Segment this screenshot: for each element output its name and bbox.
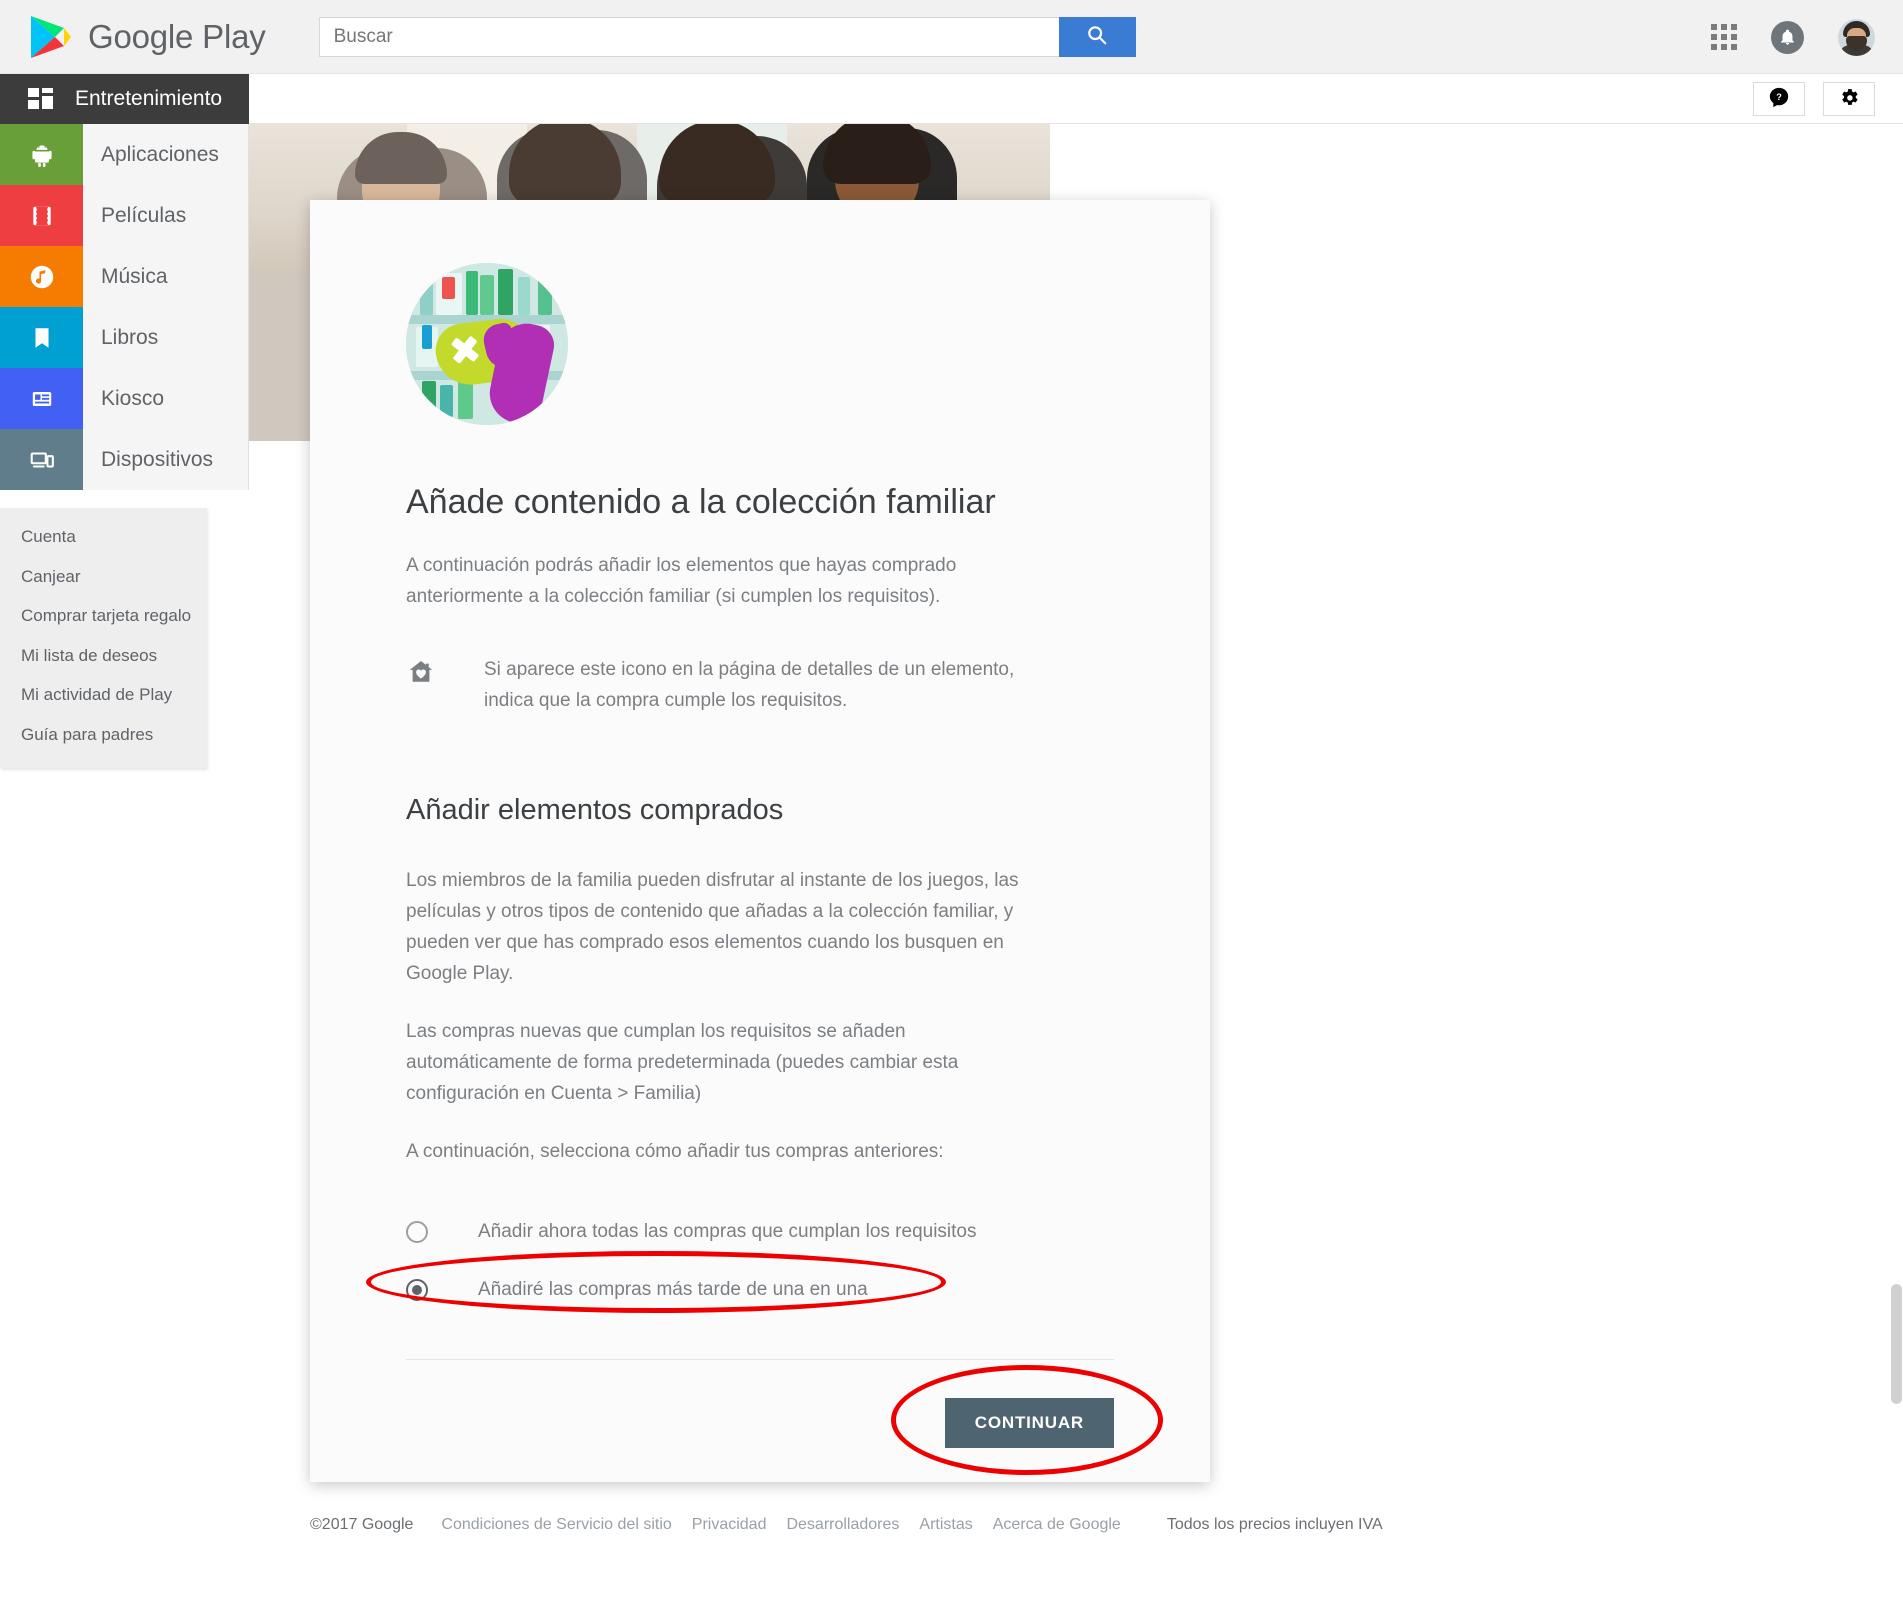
dialog-divider [406, 1359, 1114, 1360]
eligibility-note-row: Si aparece este icono en la página de de… [406, 654, 1026, 716]
subheader-actions: ? [1753, 82, 1875, 116]
gear-icon [1838, 86, 1860, 113]
dialog-paragraph-1: Los miembros de la familia pueden disfru… [406, 870, 1019, 984]
dialog-action-bar: CONTINUAR [310, 1398, 1210, 1448]
footer-link-artists[interactable]: Artistas [919, 1516, 972, 1534]
sidebar-item-label: Música [101, 264, 168, 288]
top-header-bar: Google Play [0, 0, 1903, 74]
sidebar-nav-list: Aplicaciones Películas Música Libros Kio… [0, 124, 249, 490]
dialog-section-title: Añadir elementos comprados [406, 794, 784, 826]
family-house-heart-icon [406, 658, 446, 691]
footer-copyright: ©2017 Google [310, 1516, 414, 1533]
sidebar-item-libros[interactable]: Libros [0, 307, 248, 368]
radio-option-add-all-now[interactable]: Añadir ahora todas las compras que cumpl… [406, 1203, 1210, 1261]
bell-icon[interactable] [1771, 20, 1804, 54]
sidebar-item-peliculas[interactable]: Películas [0, 185, 248, 246]
google-play-logo-icon [28, 13, 72, 61]
film-icon [0, 185, 83, 246]
purchase-options-radio-group: Añadir ahora todas las compras que cumpl… [406, 1203, 1210, 1319]
sidebar-item-dispositivos[interactable]: Dispositivos [0, 429, 248, 490]
sidebar-item-label: Kiosco [101, 386, 165, 410]
header-actions [1711, 0, 1875, 74]
sidebar-item-mi-actividad-de-play[interactable]: Mi actividad de Play [0, 675, 207, 715]
settings-button[interactable] [1823, 82, 1875, 116]
dialog-title: Añade contenido a la colección familiar [406, 483, 996, 521]
sidebar-item-guia-para-padres[interactable]: Guía para padres [0, 715, 207, 755]
page-scrollbar-thumb[interactable] [1891, 1284, 1902, 1404]
footer-link-terms[interactable]: Condiciones de Servicio del sitio [441, 1516, 671, 1534]
eligibility-note-text: Si aparece este icono en la página de de… [484, 659, 1015, 711]
sidebar-item-label: Aplicaciones [101, 142, 219, 166]
google-play-page: Google Play Buscar ? Entretenimiento Apl… [0, 0, 1903, 1615]
newsstand-icon [0, 368, 83, 429]
apps-grid-icon[interactable] [1711, 24, 1737, 50]
help-button[interactable]: ? [1753, 82, 1805, 116]
sidebar-item-musica[interactable]: Música [0, 246, 248, 307]
sidebar-item-label: Dispositivos [101, 447, 214, 471]
radio-option-add-later[interactable]: Añadiré las compras más tarde de una en … [406, 1261, 1210, 1319]
footer-link-privacy[interactable]: Privacidad [692, 1516, 767, 1534]
family-library-illustration [406, 263, 568, 425]
android-icon [0, 124, 83, 185]
sidebar-item-label: Libros [101, 325, 159, 349]
entertainment-grid-icon [28, 88, 54, 110]
devices-icon [0, 429, 83, 490]
footer-link-about-google[interactable]: Acerca de Google [993, 1516, 1121, 1534]
sidebar-item-comprar-tarjeta-regalo[interactable]: Comprar tarjeta regalo [0, 596, 207, 636]
dialog-paragraph-3: A continuación, selecciona cómo añadir t… [406, 1141, 944, 1162]
sidebar-secondary-menu: Cuenta Canjear Comprar tarjeta regalo Mi… [0, 508, 207, 768]
sidebar-item-canjear[interactable]: Canjear [0, 557, 207, 597]
sidebar-section-entretenimiento[interactable]: Entretenimiento [0, 74, 249, 124]
radio-button-unselected[interactable] [406, 1221, 428, 1243]
avatar[interactable] [1838, 18, 1875, 56]
brand-logo-area[interactable]: Google Play [28, 13, 266, 61]
music-note-icon [0, 246, 83, 307]
dialog-intro-text: A continuación podrás añadir los element… [406, 555, 957, 607]
footer-link-developers[interactable]: Desarrolladores [786, 1516, 899, 1534]
search-button[interactable] [1058, 16, 1136, 57]
family-library-dialog: Añade contenido a la colección familiar … [310, 200, 1210, 1482]
search-icon [1086, 24, 1108, 49]
dialog-paragraph-2: Las compras nuevas que cumplan los requi… [406, 1021, 959, 1104]
sidebar-item-aplicaciones[interactable]: Aplicaciones [0, 124, 248, 185]
svg-text:?: ? [1776, 92, 1782, 102]
radio-button-selected[interactable] [406, 1279, 428, 1301]
search-input[interactable] [318, 16, 1059, 57]
radio-option-label: Añadiré las compras más tarde de una en … [478, 1279, 868, 1300]
sidebar-item-label: Películas [101, 203, 187, 227]
footer-tax-note: Todos los precios incluyen IVA [1166, 1516, 1383, 1533]
radio-option-label: Añadir ahora todas las compras que cumpl… [478, 1221, 977, 1242]
help-icon: ? [1768, 86, 1790, 113]
book-icon [0, 307, 83, 368]
continue-button[interactable]: CONTINUAR [944, 1398, 1114, 1448]
search-bar [318, 16, 1136, 57]
brand-name: Google Play [88, 17, 266, 55]
sidebar-item-cuenta[interactable]: Cuenta [0, 517, 207, 557]
page-footer: ©2017 Google Condiciones de Servicio del… [310, 1516, 1383, 1534]
sub-header-bar: ? [0, 74, 1903, 124]
sidebar-item-kiosco[interactable]: Kiosco [0, 368, 248, 429]
page-scrollbar-track[interactable] [1889, 124, 1903, 1615]
sidebar-item-mi-lista-de-deseos[interactable]: Mi lista de deseos [0, 636, 207, 676]
sidebar-section-label: Entretenimiento [75, 87, 223, 110]
